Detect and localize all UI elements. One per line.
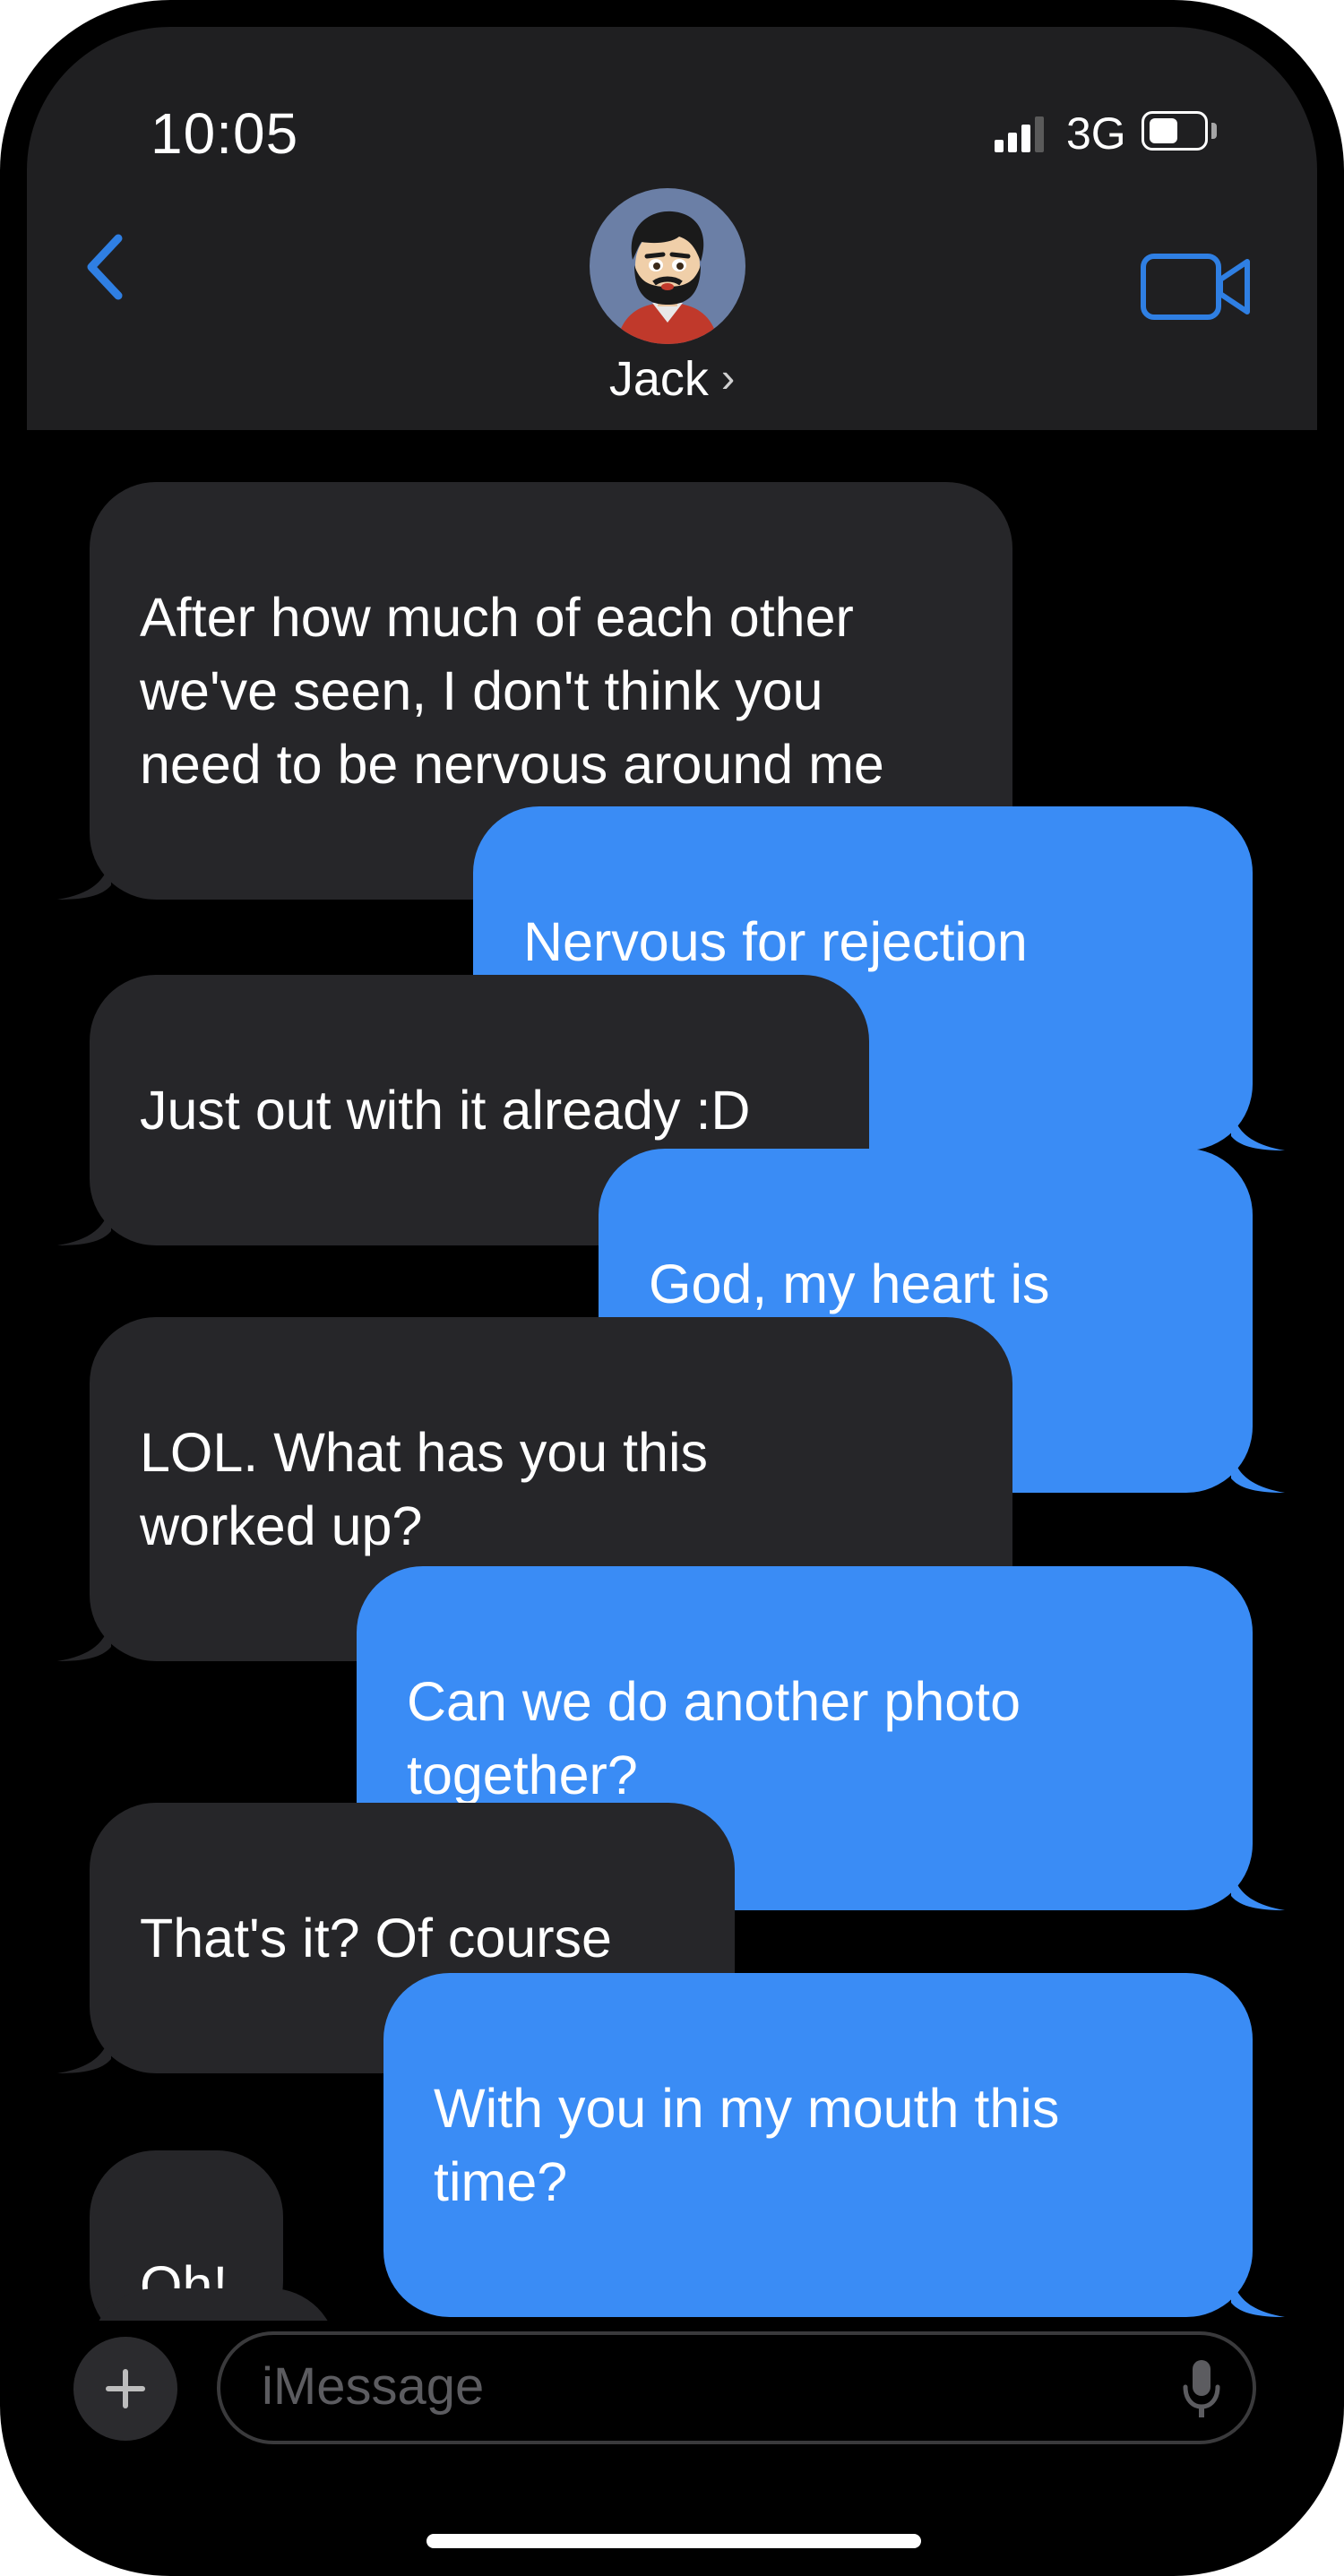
- imessage-input[interactable]: iMessage: [217, 2331, 1256, 2444]
- message-text: After how much of each other we've seen,…: [140, 587, 884, 795]
- bubble-tail: [57, 2029, 111, 2073]
- home-indicator[interactable]: [426, 2534, 921, 2548]
- conversation-header: 10:05 3G Jack ›: [27, 27, 1317, 430]
- message-text: That's it? Of course: [140, 1908, 612, 1969]
- bubble-tail: [57, 1201, 111, 1245]
- avatar-illustration: [616, 211, 719, 344]
- message-list[interactable]: After how much of each other we've seen,…: [27, 430, 1317, 2321]
- message-composer: iMessage: [27, 2321, 1317, 2549]
- bubble-tail: [1231, 2272, 1285, 2317]
- imessage-placeholder: iMessage: [262, 2357, 485, 2416]
- video-camera-icon[interactable]: [1140, 251, 1253, 323]
- bubble-tail: [1231, 1865, 1285, 1910]
- bubble-tail: [57, 855, 111, 900]
- message-outgoing: With you in my mouth this time?: [383, 1973, 1285, 2317]
- contact-name-button[interactable]: Jack ›: [27, 351, 1317, 407]
- status-time: 10:05: [151, 101, 299, 166]
- microphone-icon[interactable]: [1181, 2358, 1222, 2421]
- message-text: With you in my mouth this time?: [434, 2078, 1060, 2212]
- plus-icon[interactable]: [73, 2337, 177, 2441]
- signal-strength-icon: [995, 116, 1044, 152]
- contact-name: Jack: [608, 352, 709, 406]
- battery-tip: [1211, 123, 1217, 139]
- chevron-right-icon: ›: [720, 354, 736, 401]
- message-text: LOL. What has you this worked up?: [140, 1422, 709, 1556]
- message-text: Just out with it already :D: [140, 1080, 751, 1141]
- battery-level: [1150, 118, 1177, 143]
- bubble-tail: [1231, 1106, 1285, 1150]
- phone-frame: 10:05 3G Jack › After how much of each o…: [0, 0, 1344, 2576]
- contact-avatar[interactable]: [590, 188, 745, 344]
- network-type: 3G: [1066, 108, 1126, 159]
- bubble-tail: [57, 1616, 111, 1661]
- chevron-left-icon[interactable]: [72, 222, 143, 312]
- bubble-tail: [1231, 1448, 1285, 1493]
- messages-screen: 10:05 3G Jack › After how much of each o…: [27, 27, 1317, 2549]
- message-text: Can we do another photo together?: [407, 1671, 1021, 1805]
- battery-icon: [1142, 111, 1208, 151]
